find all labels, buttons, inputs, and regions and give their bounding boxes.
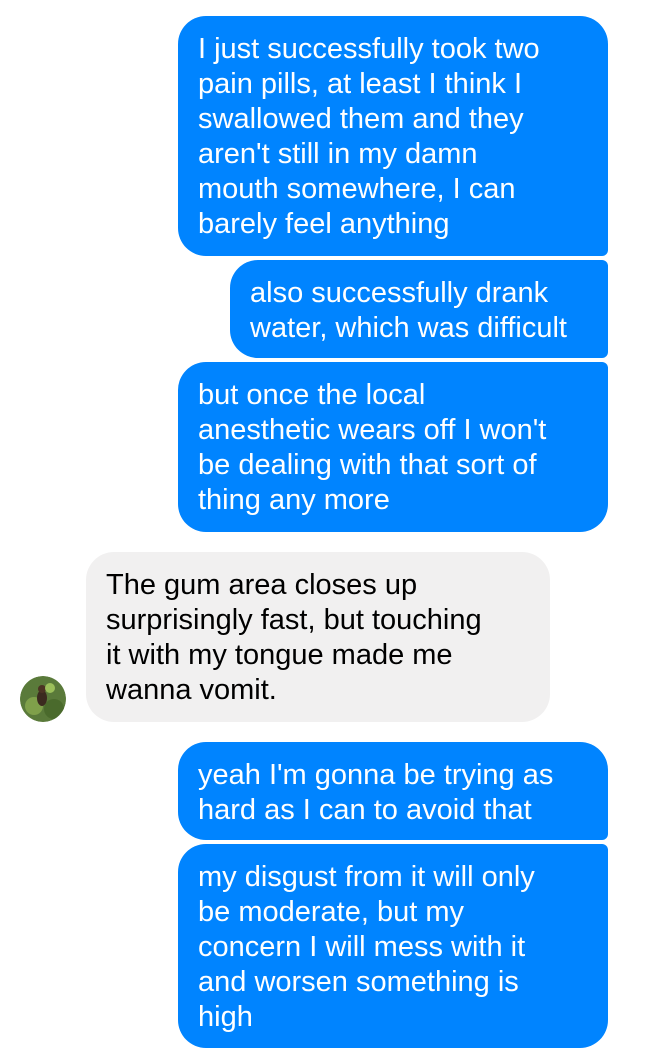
outgoing-message[interactable]: also successfully drank water, which was… — [230, 260, 608, 358]
outgoing-message[interactable]: I just successfully took two pain pills,… — [178, 16, 608, 256]
outgoing-message[interactable]: but once the local anesthetic wears off … — [178, 362, 608, 532]
contact-avatar-icon[interactable] — [20, 676, 66, 722]
avatar-image — [20, 676, 66, 722]
incoming-message[interactable]: The gum area closes up surprisingly fast… — [86, 552, 550, 722]
outgoing-message[interactable]: my disgust from it will only be moderate… — [178, 844, 608, 1048]
outgoing-message[interactable]: yeah I'm gonna be trying as hard as I ca… — [178, 742, 608, 840]
